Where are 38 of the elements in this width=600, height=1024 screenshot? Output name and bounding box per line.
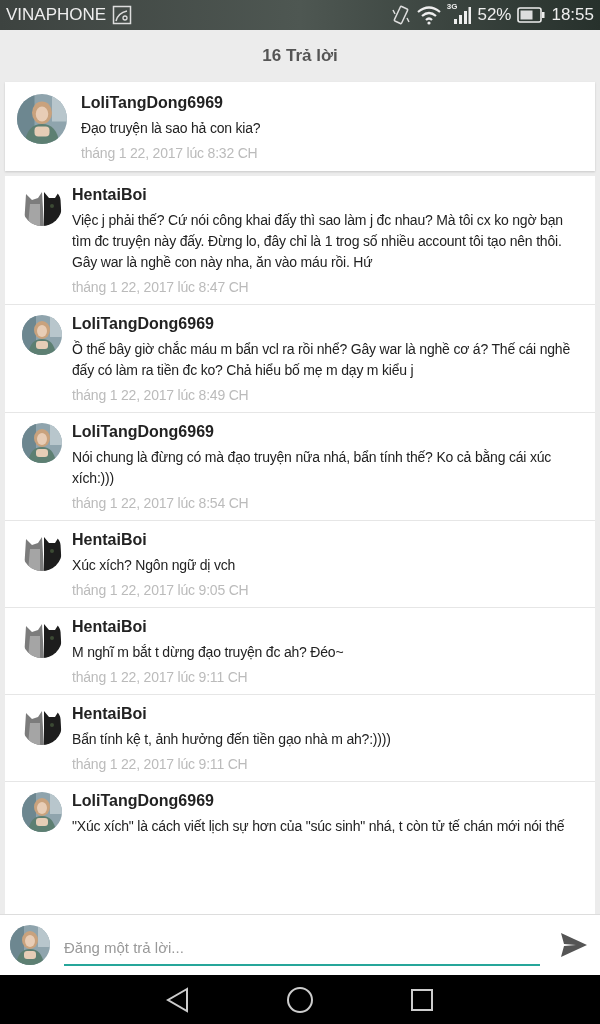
comment-text: Xúc xích? Ngôn ngữ dị vch — [72, 556, 237, 575]
author-name: LoliTangDong6969 — [72, 315, 215, 333]
reply-bar[interactable]: Đăng một trả lời... — [0, 914, 600, 975]
comment-text: M nghĩ m bắt t dừng đạo truyện đc ah? Đéo~ — [72, 643, 345, 662]
comment-time: tháng 1 22, 2017 lúc 9:11 CH — [72, 669, 249, 685]
comment-text: Đạo truyện là sao hả con kia? — [81, 119, 262, 138]
comment-text: Nói chung là đừng có mà đạo truyện nữa nhá, bẩn tính thế? Ko cả bằng cái xúc xích:))) — [72, 448, 553, 488]
send-icon[interactable] — [560, 932, 588, 958]
comment-time: tháng 1 22, 2017 lúc 8:54 CH — [72, 495, 250, 511]
author-name: HentaiBoi — [72, 186, 148, 204]
back-icon[interactable] — [166, 986, 190, 1013]
header-title: 16 Trả lời — [262, 46, 338, 66]
vibrate-icon — [390, 4, 411, 26]
network-label: 3G — [446, 2, 458, 11]
author-name: LoliTangDong6969 — [72, 423, 215, 441]
clock-time: 18:55 — [551, 5, 594, 25]
comment-time: tháng 1 22, 2017 lúc 8:32 CH — [81, 145, 259, 161]
image-icon — [112, 5, 133, 25]
reply-input[interactable]: Đăng một trả lời... — [64, 930, 540, 966]
comment-time: tháng 1 22, 2017 lúc 9:05 CH — [72, 582, 250, 598]
wifi-icon — [416, 5, 441, 25]
comment-text: "Xúc xích" là cách viết lịch sự hơn của "súc sinh" nhá, t còn tử tế chán mới nói thế — [72, 817, 566, 836]
comment-text: Việc j phải thế? Cứ nói công khai đấy thì sao làm j đc nhau? Mà tôi cx ko ngờ bạn tìm đc truyện này đấy. Đừng lo, đây chỉ là 1 trog số nhiều account tôi tạo nên thôi. Gây war là nghề con này nha, ăn vào máu rồi. Hứ — [72, 211, 564, 272]
recent-apps-icon[interactable] — [410, 987, 434, 1012]
home-icon[interactable] — [286, 985, 314, 1014]
comment-time: tháng 1 22, 2017 lúc 8:49 CH — [72, 387, 250, 403]
author-name: HentaiBoi — [72, 531, 148, 549]
battery-percent: 52% — [477, 5, 512, 25]
comment-text: Ồ thế bây giờ chắc máu m bẩn vcl ra rồi nhể? Gây war là nghề cơ á? Thế cái nghề đấy có làm ra tiền đc ko? Chả hiểu bố mẹ m dạy m kiểu j — [72, 339, 572, 380]
carrier-name: VINAPHONE — [6, 5, 107, 25]
battery-icon — [517, 7, 546, 23]
comment-time: tháng 1 22, 2017 lúc 8:47 CH — [72, 279, 250, 295]
author-name: HentaiBoi — [72, 705, 148, 723]
comment-time: tháng 1 22, 2017 lúc 9:11 CH — [72, 756, 249, 772]
author-name: HentaiBoi — [72, 618, 148, 636]
author-name: LoliTangDong6969 — [81, 94, 224, 112]
comment-text: Bẩn tính kệ t, ảnh hưởng đến tiền gạo nhà m ah?:)))) — [72, 730, 392, 749]
author-name: LoliTangDong6969 — [72, 792, 215, 810]
